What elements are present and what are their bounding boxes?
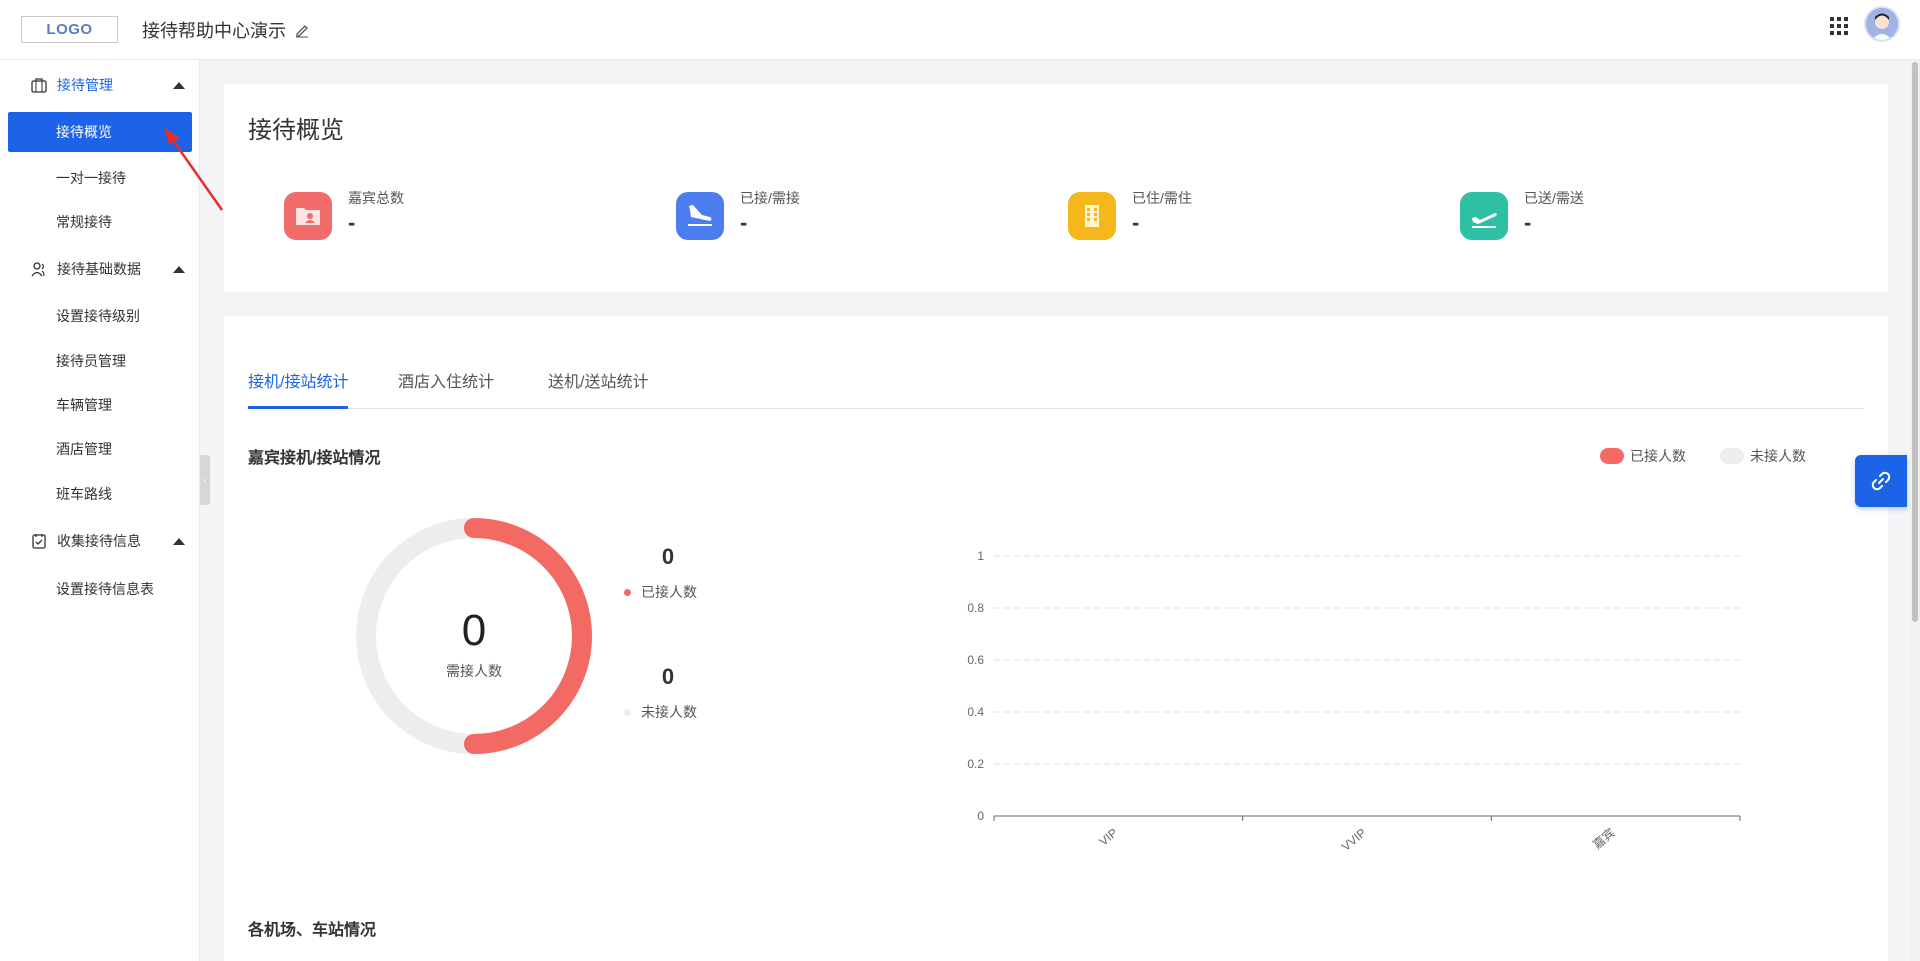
stat-drop-off: 已送/需送 - <box>1460 188 1760 248</box>
stat-value: - <box>1132 210 1140 235</box>
users-icon <box>31 262 45 277</box>
stat-value: - <box>348 210 356 235</box>
airport-section-title: 各机场、车站情况 <box>248 922 377 939</box>
x-tick-label: VVIP <box>1339 826 1369 854</box>
legend-unpicked[interactable]: 未接人数 <box>1720 446 1806 466</box>
donut-center-value: 0 <box>461 606 487 655</box>
picked-count: 0 <box>661 544 675 569</box>
avatar[interactable] <box>1864 6 1900 42</box>
scrollbar-thumb[interactable] <box>1912 62 1918 622</box>
stat-value: - <box>1524 210 1532 235</box>
dot-icon <box>624 588 631 596</box>
app-title: 接待帮助中心演示 <box>142 21 286 41</box>
pickup-bar-chart[interactable]: 0 0.2 0.4 0.6 0.8 1 VIP VVIP 嘉宾 <box>894 496 1894 856</box>
stat-label: 已接/需接 <box>740 190 800 206</box>
legend-swatch <box>1720 448 1744 464</box>
picked-legend: 已接人数 <box>624 582 697 602</box>
overview-card: 接待概览 嘉宾总数 - 已接/需接 - 已住/需住 - 已送/需送 - <box>224 84 1888 292</box>
page-title: 接待概览 <box>248 117 344 144</box>
stat-hotel: 已住/需住 - <box>1068 188 1368 248</box>
y-tick-label: 0.8 <box>967 601 984 615</box>
stats-tabs: 接机/接站统计 酒店入住统计 送机/送站统计 <box>248 352 1864 409</box>
logo[interactable]: LOGO <box>21 16 118 43</box>
y-tick-label: 0.4 <box>967 705 984 719</box>
menu-group-base-data[interactable]: 接待基础数据 <box>0 249 200 289</box>
menu-group-collect-info[interactable]: 收集接待信息 <box>0 521 200 561</box>
menu-group-label: 收集接待信息 <box>57 533 141 549</box>
stats-card: 接机/接站统计 酒店入住统计 送机/送站统计 嘉宾接机/接站情况 已接人数 未接… <box>224 316 1888 961</box>
stat-guest-total: 嘉宾总数 - <box>284 188 584 248</box>
link-icon <box>1871 471 1891 491</box>
legend-swatch <box>1600 448 1624 464</box>
sidebar-item-one-on-one[interactable]: 一对一接待 <box>8 158 192 198</box>
legend-label: 未接人数 <box>1750 448 1806 464</box>
sidebar: 接待管理 接待概览 一对一接待 常规接待 接待基础数据 设置接待级别 接待员管理… <box>0 60 200 961</box>
stat-value: - <box>740 210 748 235</box>
y-tick-label: 1 <box>977 549 984 563</box>
y-tick-label: 0 <box>977 809 984 823</box>
caret-up-icon <box>173 537 185 545</box>
unpicked-count: 0 <box>661 664 675 689</box>
user-avatar-icon <box>1866 8 1898 40</box>
apps-grid-icon[interactable] <box>1829 16 1849 36</box>
stat-label: 已住/需住 <box>1132 190 1192 206</box>
menu-group-reception-management[interactable]: 接待管理 <box>0 65 200 105</box>
sidebar-item-vehicles[interactable]: 车辆管理 <box>8 385 192 425</box>
sidebar-item-regular[interactable]: 常规接待 <box>8 202 192 242</box>
sidebar-item-receptionist[interactable]: 接待员管理 <box>8 341 192 381</box>
plane-arrival-icon <box>676 192 724 240</box>
unpicked-legend: 未接人数 <box>624 702 697 722</box>
stat-label: 已送/需送 <box>1524 190 1584 206</box>
pickup-section-title: 嘉宾接机/接站情况 <box>248 450 381 467</box>
tab-pickup-stats[interactable]: 接机/接站统计 <box>248 352 349 409</box>
clipboard-icon <box>32 534 46 549</box>
dot-icon <box>624 708 631 716</box>
stat-picked-up: 已接/需接 - <box>676 188 976 248</box>
briefcase-icon <box>31 78 47 93</box>
menu-group-label: 接待管理 <box>57 77 113 93</box>
edit-icon[interactable] <box>294 22 310 38</box>
legend-picked[interactable]: 已接人数 <box>1600 446 1686 466</box>
unpicked-label: 未接人数 <box>641 704 697 720</box>
sidebar-collapse-handle[interactable]: ‹ <box>200 455 210 505</box>
page-scrollbar[interactable] <box>1910 60 1920 961</box>
sidebar-item-hotels[interactable]: 酒店管理 <box>8 429 192 469</box>
y-tick-label: 0.2 <box>967 757 984 771</box>
link-float-button[interactable] <box>1855 455 1907 507</box>
sidebar-item-set-level[interactable]: 设置接待级别 <box>8 296 192 336</box>
top-header: LOGO 接待帮助中心演示 <box>0 0 1920 60</box>
tab-hotel-stats[interactable]: 酒店入住统计 <box>398 352 494 409</box>
hotel-icon <box>1068 192 1116 240</box>
picked-label: 已接人数 <box>641 584 697 600</box>
sidebar-item-shuttle-routes[interactable]: 班车路线 <box>8 474 192 514</box>
stat-label: 嘉宾总数 <box>348 190 404 206</box>
x-tick-label: VIP <box>1096 826 1120 849</box>
sidebar-item-info-form[interactable]: 设置接待信息表 <box>8 569 192 609</box>
plane-departure-icon <box>1460 192 1508 240</box>
sidebar-item-overview[interactable]: 接待概览 <box>8 112 192 152</box>
donut-center-label: 需接人数 <box>446 663 502 679</box>
menu-group-label: 接待基础数据 <box>57 261 141 277</box>
tab-dropoff-stats[interactable]: 送机/送站统计 <box>548 352 648 409</box>
caret-up-icon <box>173 81 185 89</box>
caret-up-icon <box>173 265 185 273</box>
legend-label: 已接人数 <box>1630 448 1686 464</box>
app-title-wrap: 接待帮助中心演示 <box>142 17 310 43</box>
guest-folder-icon <box>284 192 332 240</box>
y-tick-label: 0.6 <box>967 653 984 667</box>
x-tick-label: 嘉宾 <box>1590 825 1618 852</box>
